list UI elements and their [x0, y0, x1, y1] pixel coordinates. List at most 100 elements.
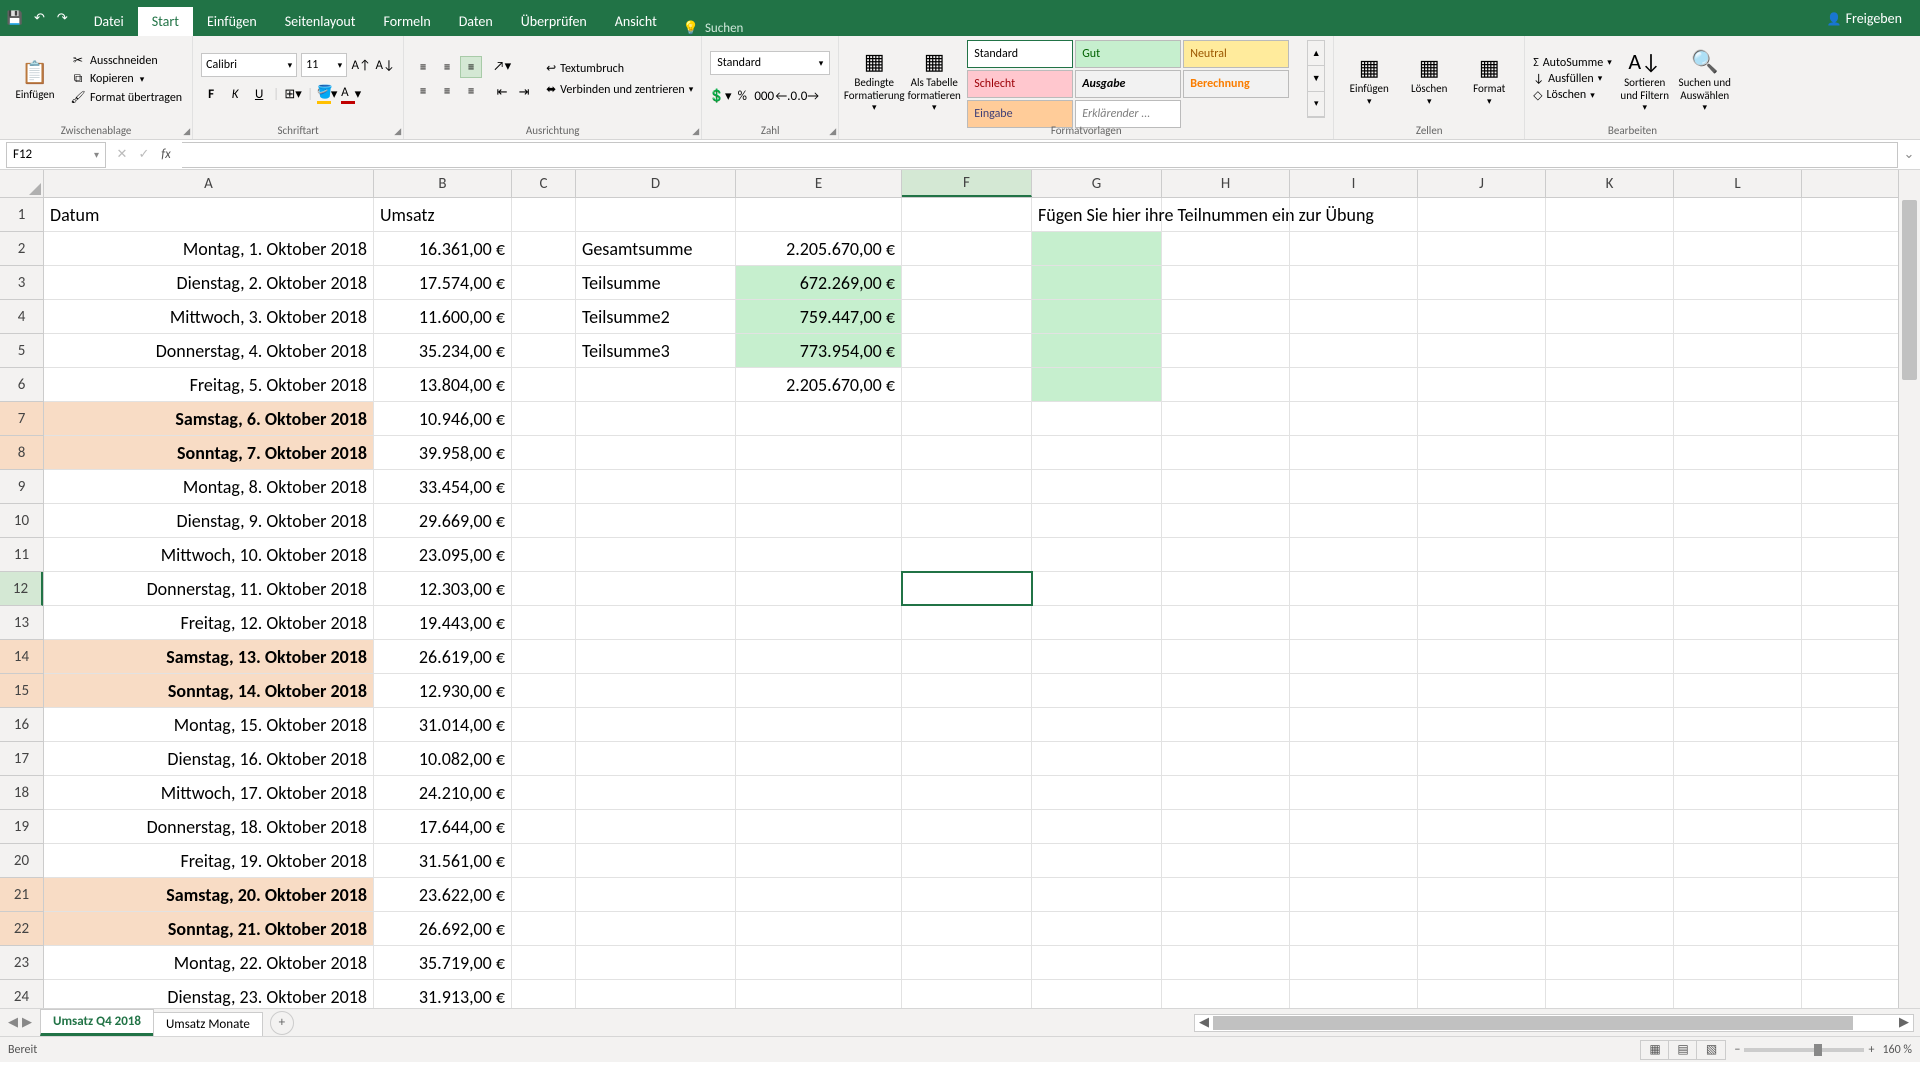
cell-K19[interactable]: [1546, 810, 1674, 843]
cell-B11[interactable]: 23.095,00 €: [374, 538, 512, 571]
cell-G24[interactable]: [1032, 980, 1162, 1008]
cell-E1[interactable]: [736, 198, 902, 231]
cell-G8[interactable]: [1032, 436, 1162, 469]
cell-B13[interactable]: 19.443,00 €: [374, 606, 512, 639]
column-header-H[interactable]: H: [1162, 170, 1290, 197]
sheet-nav-next-icon[interactable]: ▶: [22, 1015, 32, 1030]
cell-H14[interactable]: [1162, 640, 1290, 673]
cell-H13[interactable]: [1162, 606, 1290, 639]
cell-L22[interactable]: [1674, 912, 1802, 945]
cell-L17[interactable]: [1674, 742, 1802, 775]
horizontal-scrollbar[interactable]: ◀ ▶: [1194, 1014, 1914, 1032]
column-header-C[interactable]: C: [512, 170, 576, 197]
cell-G13[interactable]: [1032, 606, 1162, 639]
cell-G16[interactable]: [1032, 708, 1162, 741]
cell-L7[interactable]: [1674, 402, 1802, 435]
ribbon-tab-ansicht[interactable]: Ansicht: [601, 7, 671, 36]
vertical-scrollbar[interactable]: [1898, 170, 1920, 1008]
cell-F11[interactable]: [902, 538, 1032, 571]
cell-K11[interactable]: [1546, 538, 1674, 571]
cell-L18[interactable]: [1674, 776, 1802, 809]
cell-D15[interactable]: [576, 674, 736, 707]
font-color-button[interactable]: A▾: [341, 83, 361, 105]
sheet-nav-prev-icon[interactable]: ◀: [8, 1015, 18, 1030]
tell-me-search[interactable]: 💡Suchen: [671, 21, 756, 36]
dialog-launcher-icon[interactable]: ◢: [829, 126, 836, 137]
cell-L6[interactable]: [1674, 368, 1802, 401]
cell-J23[interactable]: [1418, 946, 1546, 979]
cell-E9[interactable]: [736, 470, 902, 503]
cell-E12[interactable]: [736, 572, 902, 605]
cell-H2[interactable]: [1162, 232, 1290, 265]
column-header-A[interactable]: A: [44, 170, 374, 197]
cell-E13[interactable]: [736, 606, 902, 639]
cell-K16[interactable]: [1546, 708, 1674, 741]
cell-F19[interactable]: [902, 810, 1032, 843]
cell-D17[interactable]: [576, 742, 736, 775]
row-header-6[interactable]: 6: [0, 368, 43, 402]
number-format-select[interactable]: Standard▾: [710, 51, 830, 75]
find-select-button[interactable]: 🔍Suchen und Auswählen▾: [1678, 40, 1732, 118]
cell-G17[interactable]: [1032, 742, 1162, 775]
cell-G11[interactable]: [1032, 538, 1162, 571]
align-top-center[interactable]: ≡: [436, 56, 458, 78]
cell-I18[interactable]: [1290, 776, 1418, 809]
cell-G22[interactable]: [1032, 912, 1162, 945]
cell-F20[interactable]: [902, 844, 1032, 877]
cell-A11[interactable]: Mittwoch, 10. Oktober 2018: [44, 538, 374, 571]
cell-H5[interactable]: [1162, 334, 1290, 367]
sort-filter-button[interactable]: A↓Sortieren und Filtern▾: [1618, 40, 1672, 118]
cell-E23[interactable]: [736, 946, 902, 979]
cell-style-gut[interactable]: Gut: [1075, 40, 1181, 68]
sheet-tab-umsatz-q4-2018[interactable]: Umsatz Q4 2018: [40, 1009, 154, 1036]
cell-B4[interactable]: 11.600,00 €: [374, 300, 512, 333]
cell-B20[interactable]: 31.561,00 €: [374, 844, 512, 877]
cell-G3[interactable]: [1032, 266, 1162, 299]
cell-A4[interactable]: Mittwoch, 3. Oktober 2018: [44, 300, 374, 333]
cell-A7[interactable]: Samstag, 6. Oktober 2018: [44, 402, 374, 435]
cell-C13[interactable]: [512, 606, 576, 639]
cell-K2[interactable]: [1546, 232, 1674, 265]
cell-E4[interactable]: 759.447,00 €: [736, 300, 902, 333]
cell-E14[interactable]: [736, 640, 902, 673]
cell-L10[interactable]: [1674, 504, 1802, 537]
fill-color-button[interactable]: 🪣▾: [317, 83, 337, 105]
cell-B1[interactable]: Umsatz: [374, 198, 512, 231]
page-break-view-icon[interactable]: ▧: [1697, 1041, 1725, 1059]
cell-J7[interactable]: [1418, 402, 1546, 435]
cell-I22[interactable]: [1290, 912, 1418, 945]
cell-C18[interactable]: [512, 776, 576, 809]
cell-D2[interactable]: Gesamtsumme: [576, 232, 736, 265]
ribbon-tab-daten[interactable]: Daten: [445, 7, 507, 36]
column-header-B[interactable]: B: [374, 170, 512, 197]
cell-J16[interactable]: [1418, 708, 1546, 741]
cell-J20[interactable]: [1418, 844, 1546, 877]
cell-F1[interactable]: [902, 198, 1032, 231]
cell-H23[interactable]: [1162, 946, 1290, 979]
cell-E7[interactable]: [736, 402, 902, 435]
cell-G23[interactable]: [1032, 946, 1162, 979]
cell-D4[interactable]: Teilsumme2: [576, 300, 736, 333]
sheet-tab-umsatz-monate[interactable]: Umsatz Monate: [153, 1012, 263, 1036]
cut-button[interactable]: ✂Ausschneiden: [68, 52, 184, 69]
cell-A15[interactable]: Sonntag, 14. Oktober 2018: [44, 674, 374, 707]
cell-I7[interactable]: [1290, 402, 1418, 435]
cell-J13[interactable]: [1418, 606, 1546, 639]
zoom-out-icon[interactable]: −: [1734, 1043, 1740, 1057]
cell-H16[interactable]: [1162, 708, 1290, 741]
cell-B14[interactable]: 26.619,00 €: [374, 640, 512, 673]
column-header-G[interactable]: G: [1032, 170, 1162, 197]
cell-C20[interactable]: [512, 844, 576, 877]
align-top-left[interactable]: ≡: [412, 56, 434, 78]
increase-font-icon[interactable]: A↑: [351, 54, 371, 76]
cell-D11[interactable]: [576, 538, 736, 571]
cell-G21[interactable]: [1032, 878, 1162, 911]
cell-I12[interactable]: [1290, 572, 1418, 605]
cell-C3[interactable]: [512, 266, 576, 299]
cell-C5[interactable]: [512, 334, 576, 367]
cell-D5[interactable]: Teilsumme3: [576, 334, 736, 367]
cell-H3[interactable]: [1162, 266, 1290, 299]
cell-C7[interactable]: [512, 402, 576, 435]
cell-J17[interactable]: [1418, 742, 1546, 775]
align-bottom-left[interactable]: ≡: [412, 80, 434, 102]
